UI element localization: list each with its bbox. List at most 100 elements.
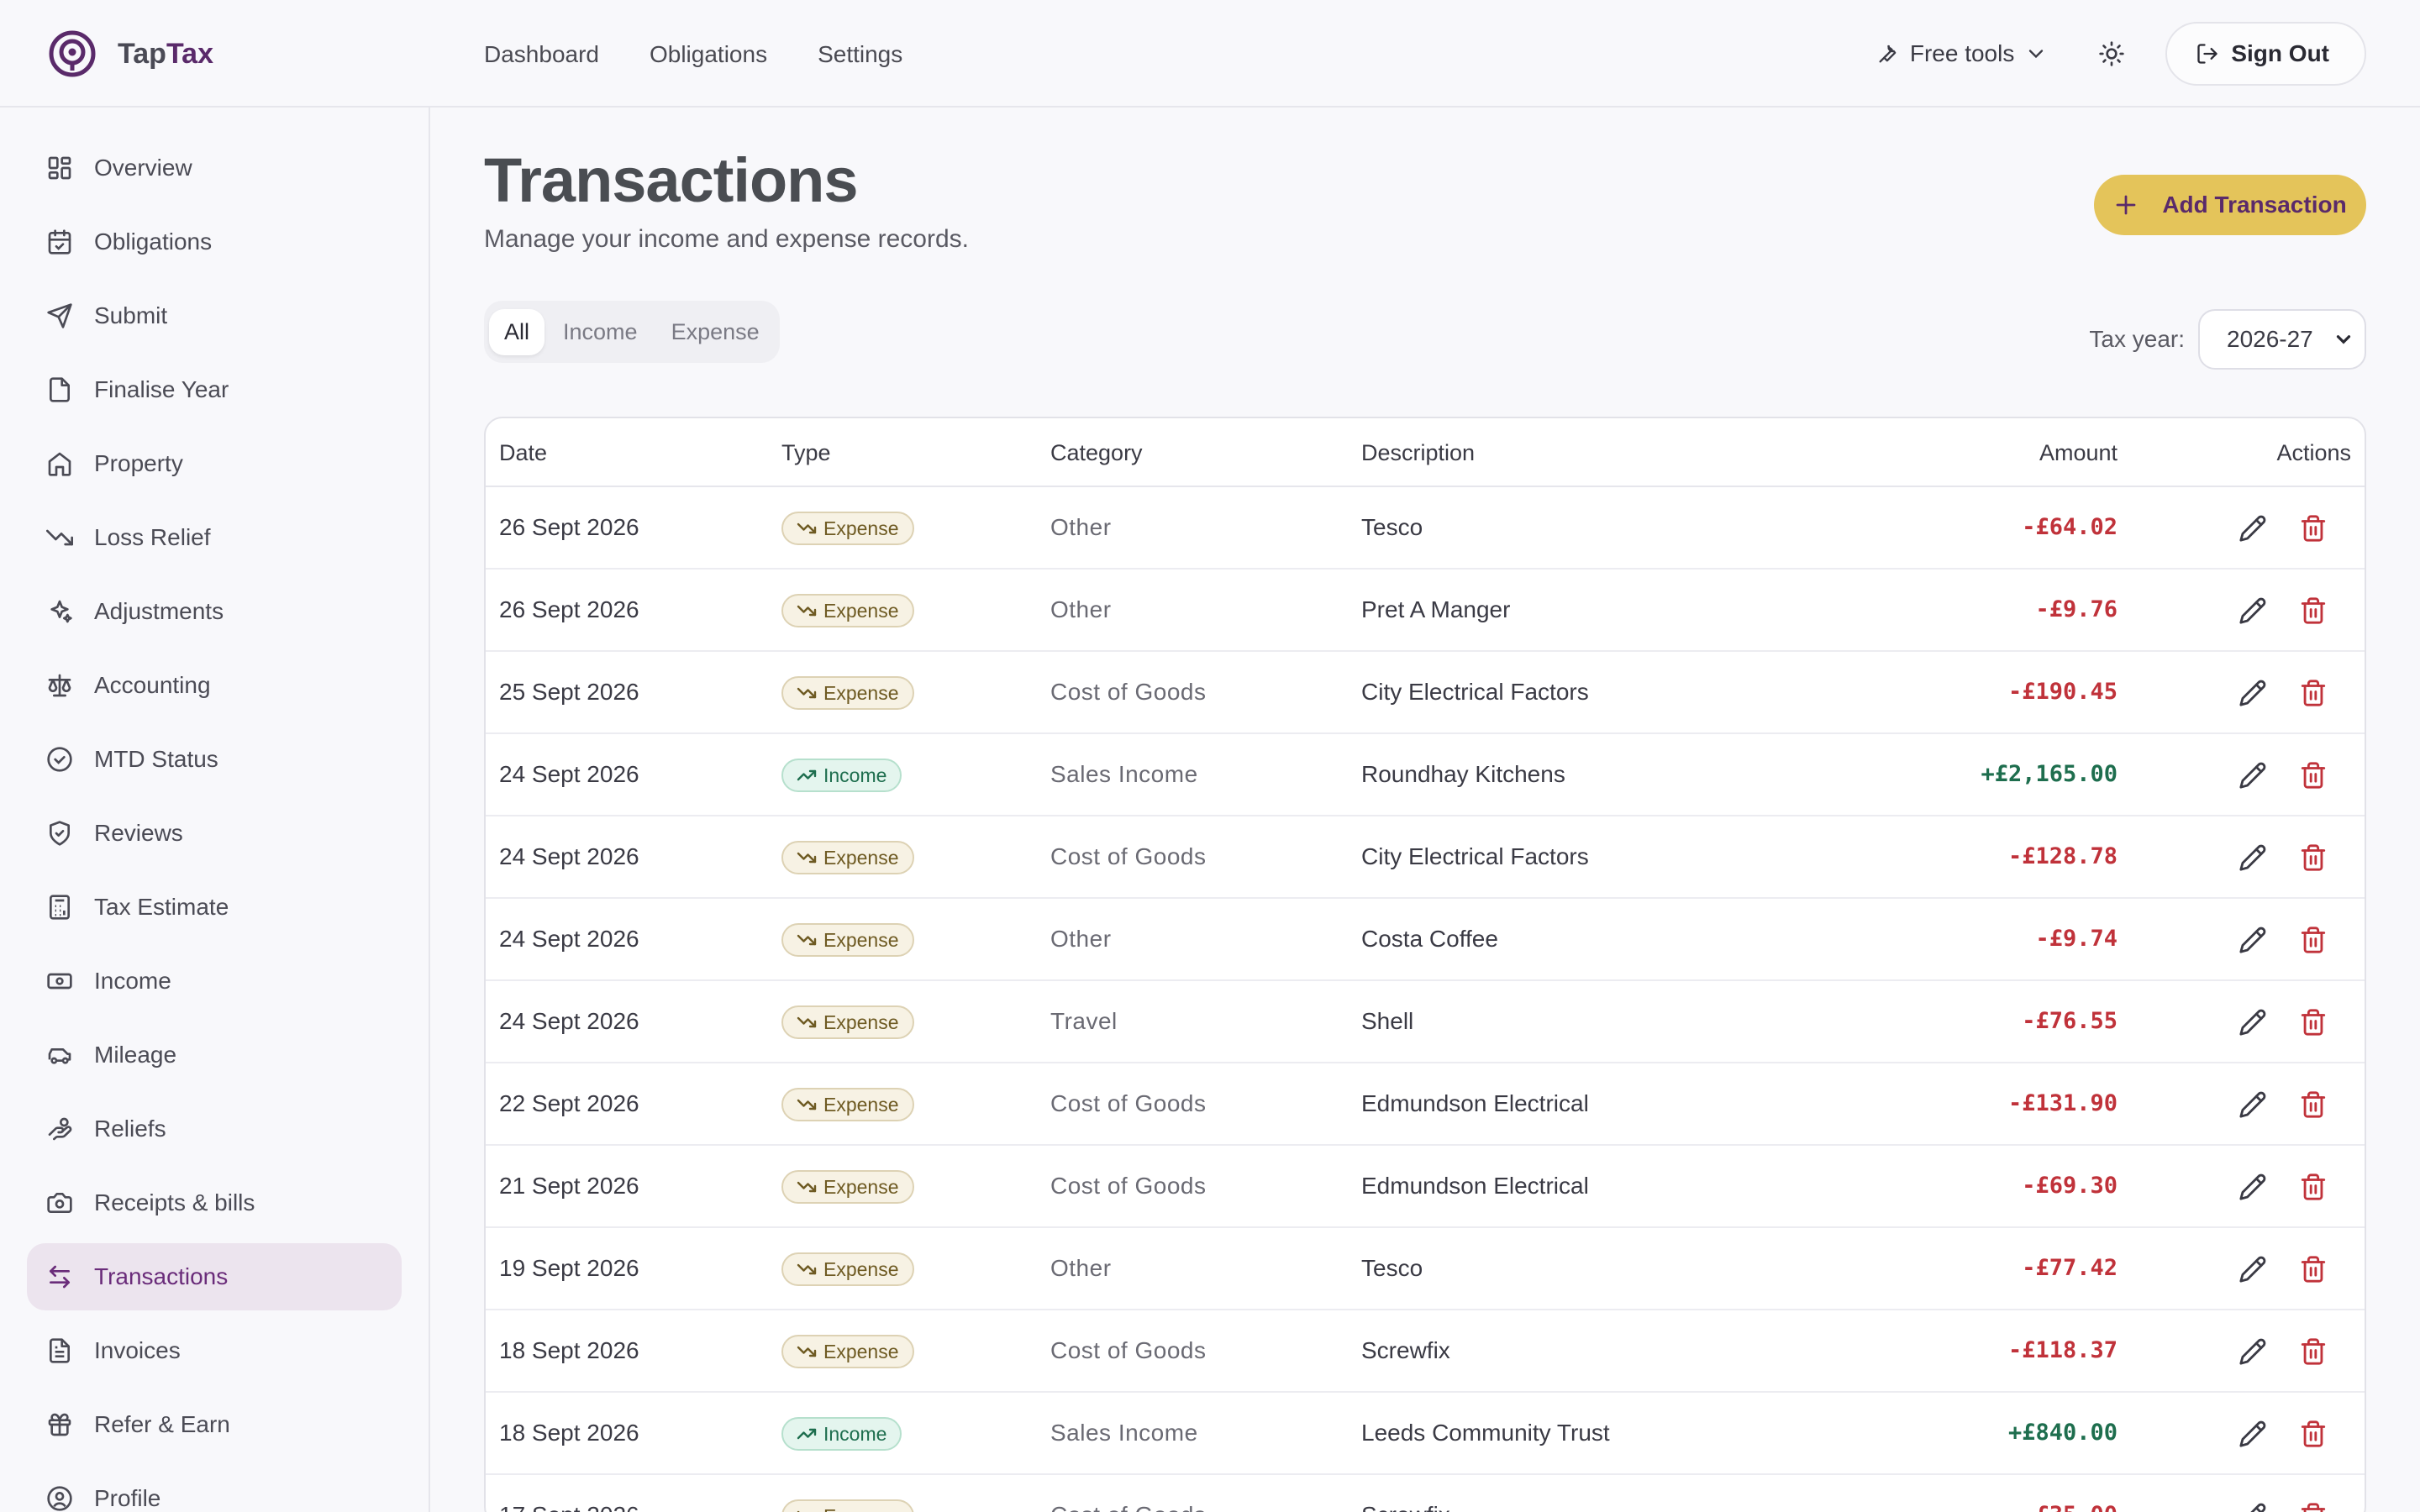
tab-all[interactable]: All [489, 308, 545, 355]
banknote-icon [45, 967, 74, 995]
edit-button[interactable] [2237, 595, 2269, 627]
delete-button[interactable] [2297, 759, 2329, 791]
delete-button[interactable] [2297, 1418, 2329, 1450]
sidebar-item-mtd-status[interactable]: MTD Status [27, 726, 402, 793]
trash-icon [2301, 1009, 2326, 1036]
table-row: 24 Sept 2026 Expense Other Costa Coffee -£9.… [486, 899, 2365, 981]
column-header-actions: Actions [2276, 440, 2351, 465]
sidebar-item-receipts-bills[interactable]: Receipts & bills [27, 1169, 402, 1236]
sidebar-item-label: Receipts & bills [94, 1189, 255, 1215]
trash-icon [2301, 844, 2326, 871]
column-header-category[interactable]: Category [1050, 440, 1143, 466]
trending-down-icon [45, 523, 74, 552]
pencil-icon [2239, 1420, 2266, 1447]
edit-button[interactable] [2237, 842, 2269, 874]
cell-amount: -£69.30 [2022, 1173, 2118, 1199]
chevron-down-icon [2029, 50, 2044, 59]
delete-button[interactable] [2297, 1089, 2329, 1121]
sidebar-item-accounting[interactable]: Accounting [27, 652, 402, 719]
cell-amount: -£128.78 [2007, 843, 2118, 869]
edit-button[interactable] [2237, 1336, 2269, 1368]
sidebar-item-tax-estimate[interactable]: Tax Estimate [27, 874, 402, 941]
cell-description: Tesco [1361, 1255, 1423, 1281]
delete-button[interactable] [2297, 1006, 2329, 1038]
edit-button[interactable] [2237, 677, 2269, 709]
sign-out-button[interactable]: Sign Out [2165, 22, 2366, 86]
cell-description: Edmundson Electrical [1361, 1173, 1589, 1199]
sidebar-item-refer-earn[interactable]: Refer & Earn [27, 1391, 402, 1458]
edit-button[interactable] [2237, 924, 2269, 956]
delete-button[interactable] [2297, 677, 2329, 709]
column-header-type[interactable]: Type [781, 440, 831, 466]
delete-button[interactable] [2297, 1171, 2329, 1203]
cell-description: Screwfix [1361, 1502, 1450, 1512]
type-badge: Income [781, 1417, 902, 1451]
sidebar-item-income[interactable]: Income [27, 948, 402, 1015]
pencil-icon [2239, 927, 2266, 953]
sidebar-item-label: Submit [94, 302, 168, 328]
delete-button[interactable] [2297, 1336, 2329, 1368]
delete-button[interactable] [2297, 512, 2329, 544]
sidebar-item-adjustments[interactable]: Adjustments [27, 578, 402, 645]
delete-button[interactable] [2297, 842, 2329, 874]
sidebar-item-obligations[interactable]: Obligations [27, 208, 402, 276]
column-header-date[interactable]: Date [499, 440, 547, 466]
edit-button[interactable] [2237, 1500, 2269, 1512]
nav-obligations[interactable]: Obligations [650, 41, 767, 68]
delete-button[interactable] [2297, 1500, 2329, 1512]
sidebar-item-profile[interactable]: Profile [27, 1465, 402, 1512]
edit-button[interactable] [2237, 1253, 2269, 1285]
sidebar-item-overview[interactable]: Overview [27, 134, 402, 202]
edit-button[interactable] [2237, 759, 2269, 791]
page-subtitle: Manage your income and expense records. [484, 225, 970, 253]
sidebar-item-loss-relief[interactable]: Loss Relief [27, 504, 402, 571]
edit-button[interactable] [2237, 1418, 2269, 1450]
table-row: 24 Sept 2026 Expense Cost of Goods City Ele… [486, 816, 2365, 899]
delete-button[interactable] [2297, 924, 2329, 956]
cell-category: Sales Income [1050, 1420, 1198, 1446]
table-row: 19 Sept 2026 Expense Other Tesco -£77.42 [486, 1228, 2365, 1310]
edit-button[interactable] [2237, 512, 2269, 544]
edit-button[interactable] [2237, 1006, 2269, 1038]
sidebar-item-reliefs[interactable]: Reliefs [27, 1095, 402, 1163]
edit-button[interactable] [2237, 1171, 2269, 1203]
tax-year-select[interactable]: 2026-27 [2198, 309, 2366, 370]
delete-button[interactable] [2297, 1253, 2329, 1285]
nav-settings[interactable]: Settings [818, 41, 902, 68]
cell-description: City Electrical Factors [1361, 679, 1589, 705]
cell-category: Other [1050, 1255, 1112, 1281]
tab-income[interactable]: Income [548, 309, 653, 355]
sidebar-item-submit[interactable]: Submit [27, 282, 402, 349]
nav-dashboard[interactable]: Dashboard [484, 41, 599, 68]
type-badge: Expense [781, 594, 914, 627]
add-transaction-button[interactable]: Add Transaction [2094, 175, 2366, 235]
free-tools-dropdown[interactable]: Free tools [1876, 40, 2049, 67]
delete-button[interactable] [2297, 595, 2329, 627]
sidebar-item-invoices[interactable]: Invoices [27, 1317, 402, 1384]
page-title: Transactions [484, 145, 859, 215]
sidebar-item-finalise-year[interactable]: Finalise Year [27, 356, 402, 423]
column-header-amount[interactable]: Amount [2039, 440, 2118, 466]
cell-date: 25 Sept 2026 [499, 679, 639, 705]
scale-icon [45, 671, 74, 700]
cell-amount: -£76.55 [2022, 1008, 2118, 1034]
type-badge: Income [781, 759, 902, 792]
sidebar-item-reviews[interactable]: Reviews [27, 800, 402, 867]
column-header-description[interactable]: Description [1361, 440, 1475, 466]
shield-check-icon [45, 819, 74, 848]
trash-icon [2301, 515, 2326, 542]
table-row: 26 Sept 2026 Expense Other Pret A Manger -£9… [486, 570, 2365, 652]
theme-toggle[interactable] [2095, 37, 2128, 71]
sidebar-item-mileage[interactable]: Mileage [27, 1021, 402, 1089]
sidebar-item-property[interactable]: Property [27, 430, 402, 497]
cell-category: Cost of Goods [1050, 843, 1207, 869]
sidebar-item-label: Loss Relief [94, 524, 211, 550]
hand-coins-icon [45, 1115, 74, 1143]
type-badge: Expense [781, 1170, 914, 1204]
cell-description: Roundhay Kitchens [1361, 761, 1565, 787]
tab-expense[interactable]: Expense [656, 309, 775, 355]
edit-button[interactable] [2237, 1089, 2269, 1121]
sidebar-item-label: Adjustments [94, 598, 224, 624]
brand[interactable]: TapTax [47, 27, 213, 81]
sidebar-item-transactions[interactable]: Transactions [27, 1243, 402, 1310]
